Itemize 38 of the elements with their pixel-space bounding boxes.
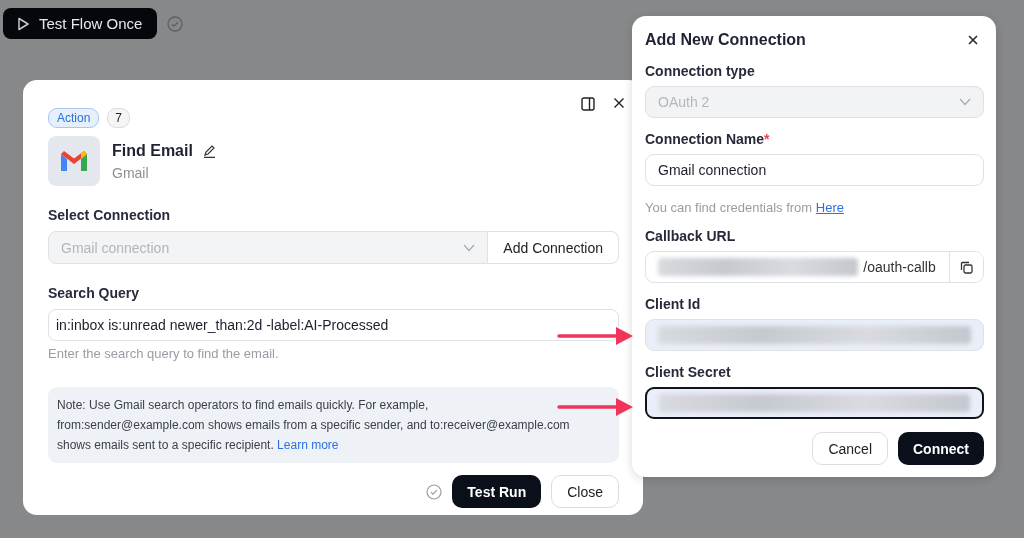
chevron-down-icon (959, 98, 971, 106)
action-badge: Action (48, 108, 100, 128)
mail-logo-icon (59, 149, 89, 173)
field-hint: Enter the search query to find the email. (48, 346, 279, 361)
close-icon[interactable] (613, 97, 625, 109)
field-label: Client Id (645, 296, 702, 312)
test-flow-button[interactable]: Test Flow Once (3, 8, 158, 39)
cancel-button[interactable]: Cancel (812, 432, 888, 465)
field-label: Connection Name* (645, 131, 771, 147)
input-field[interactable]: Gmail connection (645, 154, 984, 186)
learn-more-link[interactable]: Learn more (277, 438, 339, 452)
check-circle-icon (167, 15, 184, 32)
step-count-badge: 7 (107, 108, 131, 128)
field-label: Client Secret (645, 364, 732, 380)
callback-url-field[interactable]: /oauth-callb (645, 251, 984, 283)
step-title: Find Email (112, 142, 193, 160)
play-icon (17, 16, 29, 31)
credentials-link[interactable]: Here (815, 200, 844, 215)
search-query-field[interactable]: in:inbox is:unread newer_than:2d -label:AI-Processed (48, 309, 619, 341)
field-label: Select Connection (48, 207, 172, 223)
field-label: Connection type (645, 63, 756, 79)
close-icon[interactable] (968, 35, 978, 45)
field-label: Callback URL (645, 228, 737, 244)
app-name: Gmail (112, 165, 150, 181)
dialog-title: Add New Connection (645, 31, 806, 49)
copy-icon (960, 260, 973, 274)
chevron-down-icon (463, 243, 476, 252)
copy-button[interactable] (949, 252, 983, 282)
field-label: Search Query (48, 285, 141, 301)
pencil-icon[interactable] (202, 144, 216, 158)
run-button[interactable]: Test Run (452, 475, 542, 508)
input-field[interactable] (645, 387, 984, 419)
close-button[interactable]: Close (551, 475, 619, 508)
connect-button[interactable]: Connect (898, 432, 984, 465)
help-text: You can find credentials from Here (645, 200, 845, 215)
check-circle-icon (426, 483, 443, 500)
note-text: Note: Use Gmail search operators to find emails quickly. For example, from:sender@example.com shows emails from a specific sender, and to:receiver@example.com shows emails sent to a specific recipient. Learn more (48, 387, 619, 463)
side-panel-icon[interactable] (581, 97, 595, 111)
